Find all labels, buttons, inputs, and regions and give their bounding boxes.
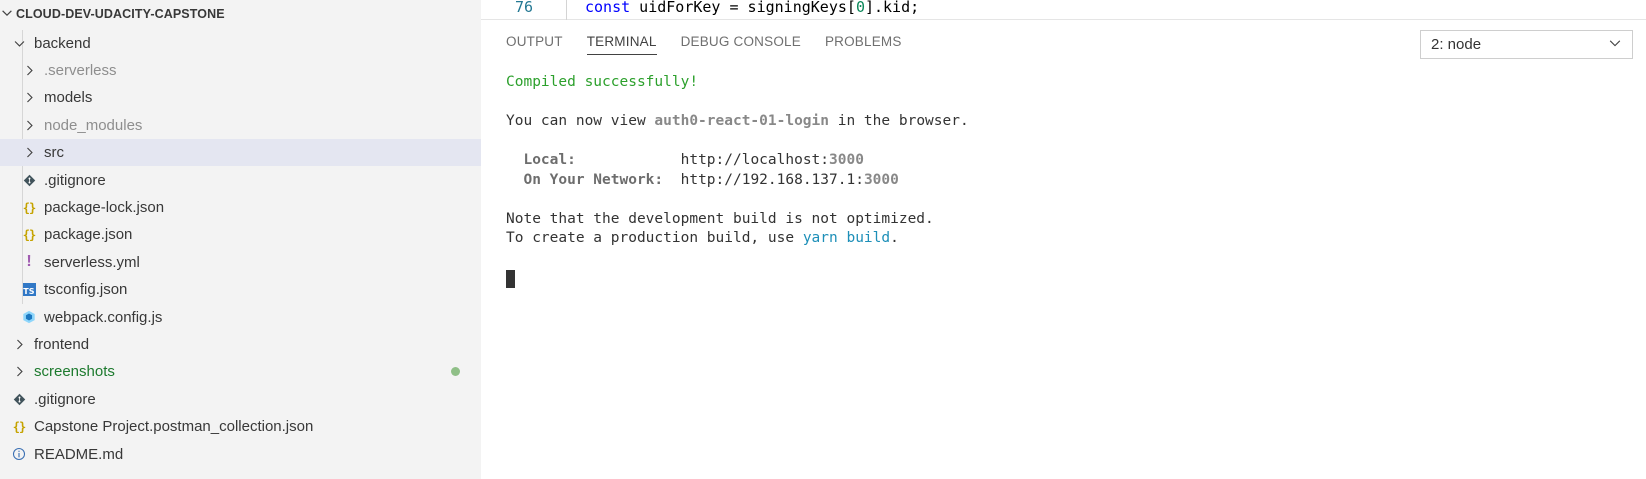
editor-code-line[interactable]: 76 const uidForKey = signingKeys[0].kid; xyxy=(481,0,1646,20)
network-url: http://192.168.137.1: xyxy=(680,171,864,188)
typescript-icon: TS xyxy=(20,283,38,297)
file-tsconfig-json[interactable]: TS tsconfig.json xyxy=(0,276,481,303)
tree-item-label: models xyxy=(44,89,93,107)
folder-models[interactable]: models xyxy=(0,84,481,111)
json-icon: {} xyxy=(22,200,36,215)
info-icon xyxy=(10,447,28,461)
terminal-network-line: On Your Network: http://192.168.137.1:30… xyxy=(506,171,1606,191)
code-post: ].kid; xyxy=(864,0,920,16)
folder-node-modules[interactable]: node_modules xyxy=(0,112,481,139)
folder-serverless[interactable]: .serverless xyxy=(0,57,481,84)
explorer-section-header[interactable]: CLOUD-DEV-UDACITY-CAPSTONE xyxy=(0,2,481,26)
json-icon: {} xyxy=(22,227,36,242)
local-label: Local: xyxy=(506,152,681,168)
terminal-blank xyxy=(506,132,1606,152)
terminal-local-line: Local: http://localhost:3000 xyxy=(506,151,1606,171)
explorer-section-title: CLOUD-DEV-UDACITY-CAPSTONE xyxy=(16,7,225,21)
file-capstone-project-postman-collection-json[interactable]: {} Capstone Project.postman_collection.js… xyxy=(0,413,481,440)
terminal-prod-line: To create a production build, use yarn b… xyxy=(506,229,1606,249)
chevron-right-icon xyxy=(20,146,38,159)
tree-item-label: README.md xyxy=(34,445,124,463)
local-port: 3000 xyxy=(829,152,864,168)
file-gitignore[interactable]: .gitignore xyxy=(0,386,481,413)
chevron-down-icon xyxy=(0,6,16,23)
code-number: 0 xyxy=(855,0,865,16)
chevron-right-icon xyxy=(10,365,28,378)
view-post: in the browser. xyxy=(829,113,969,129)
git-icon xyxy=(20,174,38,187)
terminal-compiled: Compiled successfully! xyxy=(506,74,699,90)
file-package-json[interactable]: {} package.json xyxy=(0,221,481,248)
tree-item-label: node_modules xyxy=(44,116,143,134)
tree-item-label: .serverless xyxy=(44,62,117,80)
tab-output[interactable]: OUTPUT xyxy=(506,34,563,55)
file-gitignore[interactable]: .gitignore xyxy=(0,166,481,193)
terminal-cursor-line xyxy=(506,268,1606,289)
terminal-view-line: You can now view auth0-react-01-login in… xyxy=(506,112,1606,132)
code-text: const uidForKey = signingKeys[0].kid; xyxy=(585,0,919,16)
network-port: 3000 xyxy=(863,171,899,188)
tree-item-label: serverless.yml xyxy=(44,253,140,271)
file-tree: backend .serverless models node_modulessrc.… xyxy=(0,30,481,468)
panel-tabs: OUTPUT TERMINAL DEBUG CONSOLE PROBLEMS xyxy=(506,34,926,55)
view-pre: You can now view xyxy=(506,113,655,129)
folder-frontend[interactable]: frontend xyxy=(0,331,481,358)
file-readme-md[interactable]: README.md xyxy=(0,440,481,467)
json-icon: {} xyxy=(12,419,26,434)
terminal-selector[interactable]: 2: node xyxy=(1420,30,1633,59)
chevron-right-icon xyxy=(10,338,28,351)
tree-item-label: webpack.config.js xyxy=(44,308,163,326)
code-pre: uidForKey = signingKeys[ xyxy=(630,0,856,16)
tab-terminal[interactable]: TERMINAL xyxy=(586,34,657,55)
git-icon xyxy=(10,393,28,406)
prod-post: . xyxy=(890,230,899,246)
chevron-right-icon xyxy=(20,91,38,104)
app-name: auth0-react-01-login xyxy=(654,113,830,129)
prod-pre: To create a production build, use xyxy=(506,230,803,246)
tree-item-label: tsconfig.json xyxy=(44,281,128,299)
terminal-blank xyxy=(506,190,1606,210)
webpack-icon xyxy=(20,310,38,324)
terminal-selector-value: 2: node xyxy=(1431,36,1482,53)
tree-item-label: package.json xyxy=(44,226,133,244)
folder-src[interactable]: src xyxy=(0,139,481,167)
folder-backend[interactable]: backend xyxy=(0,30,481,57)
chevron-right-icon xyxy=(20,119,38,132)
modified-dot-icon xyxy=(451,367,460,377)
bottom-panel: OUTPUT TERMINAL DEBUG CONSOLE PROBLEMS 2… xyxy=(481,21,1646,479)
terminal-note: Note that the development build is not o… xyxy=(506,210,934,227)
chevron-right-icon xyxy=(20,64,38,77)
terminal-cursor xyxy=(506,270,515,288)
terminal-blank xyxy=(506,93,1606,113)
file-webpack-config-js[interactable]: webpack.config.js xyxy=(0,303,481,330)
tab-problems[interactable]: PROBLEMS xyxy=(825,34,902,55)
line-number: 76 xyxy=(515,0,534,16)
tree-item-label: backend xyxy=(34,34,91,52)
tree-item-label: package-lock.json xyxy=(44,199,165,217)
chevron-down-icon xyxy=(1608,36,1622,54)
file-serverless-yml[interactable]: ! serverless.yml xyxy=(0,249,481,276)
folder-screenshots[interactable]: screenshots xyxy=(0,358,481,385)
prod-command: yarn build xyxy=(802,230,891,246)
tab-debug-console[interactable]: DEBUG CONSOLE xyxy=(681,34,801,55)
network-label: On Your Network: xyxy=(506,171,681,188)
chevron-down-icon xyxy=(10,37,28,50)
tree-item-label: .gitignore xyxy=(34,390,96,408)
code-keyword: const xyxy=(585,0,631,16)
yaml-icon: ! xyxy=(26,253,32,271)
file-package-lock-json[interactable]: {} package-lock.json xyxy=(0,194,481,221)
terminal-blank xyxy=(506,249,1606,269)
tree-item-label: frontend xyxy=(34,335,90,353)
tree-item-label: .gitignore xyxy=(44,171,106,189)
local-url: http://localhost: xyxy=(680,152,830,168)
tree-item-label: Capstone Project.postman_collection.json xyxy=(34,418,314,436)
tree-item-label: screenshots xyxy=(34,363,115,381)
explorer-sidebar: CLOUD-DEV-UDACITY-CAPSTONE backend .serve… xyxy=(0,0,481,479)
tree-item-label: src xyxy=(44,144,64,162)
gutter-divider xyxy=(566,0,567,20)
terminal-output[interactable]: Compiled successfully! You can now view … xyxy=(506,73,1606,289)
